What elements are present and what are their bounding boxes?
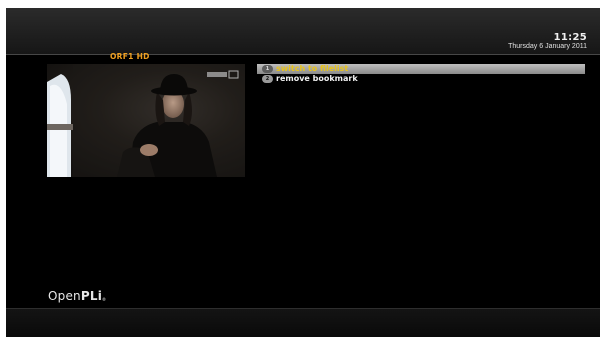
clock-date: Thursday 6 January 2011 bbox=[508, 43, 587, 50]
menu-item-switch-to-filelist[interactable]: 1 switch to filelist bbox=[257, 64, 585, 74]
top-divider bbox=[6, 54, 600, 55]
logo-text-bold: PLi bbox=[80, 289, 103, 303]
video-preview bbox=[47, 64, 245, 177]
menu-item-label: remove bookmark bbox=[276, 74, 358, 83]
bottom-bar bbox=[6, 309, 600, 337]
menu-item-remove-bookmark[interactable]: 2 remove bookmark bbox=[257, 74, 585, 84]
openpli-logo: OpenPLi® bbox=[48, 289, 106, 303]
logo-text-light: Open bbox=[48, 289, 81, 303]
channel-name: ORF1 HD bbox=[110, 52, 150, 61]
clock-time: 11:25 bbox=[553, 32, 587, 43]
logo-registered-mark: ® bbox=[102, 297, 107, 302]
number-key-2-icon: 2 bbox=[262, 75, 273, 83]
video-frame-image bbox=[47, 64, 245, 177]
tv-screen: 11:25 Thursday 6 January 2011 ORF1 HD 1 … bbox=[6, 8, 600, 337]
context-menu: 1 switch to filelist 2 remove bookmark bbox=[257, 64, 585, 84]
menu-item-label: switch to filelist bbox=[276, 64, 349, 73]
number-key-1-icon: 1 bbox=[262, 65, 273, 73]
